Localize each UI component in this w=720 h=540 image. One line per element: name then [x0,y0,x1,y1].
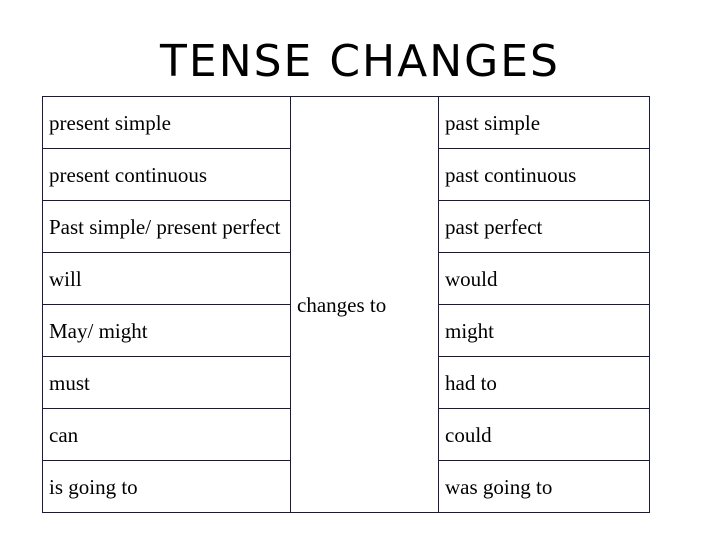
to-tense-cell: might [438,304,650,357]
connector-cell: changes to [290,96,439,513]
from-tense-cell: can [42,408,291,461]
to-tense-cell: past perfect [438,200,650,253]
from-tense-cell: Past simple/ present perfect [42,200,291,253]
to-tense-cell: was going to [438,460,650,513]
to-tense-cell: could [438,408,650,461]
page-title: TENSE CHANGES [160,36,560,87]
tense-changes-table: present simple changes to past simple pr… [42,96,650,513]
to-tense-cell: would [438,252,650,305]
table-row: present simple changes to past simple [42,96,650,513]
from-tense-cell: May/ might [42,304,291,357]
from-tense-cell: is going to [42,460,291,513]
to-tense-cell: past simple [438,96,650,149]
to-tense-cell: past continuous [438,148,650,201]
to-tense-cell: had to [438,356,650,409]
from-tense-cell: must [42,356,291,409]
from-tense-cell: present simple [42,96,291,149]
from-tense-cell: will [42,252,291,305]
from-tense-cell: present continuous [42,148,291,201]
